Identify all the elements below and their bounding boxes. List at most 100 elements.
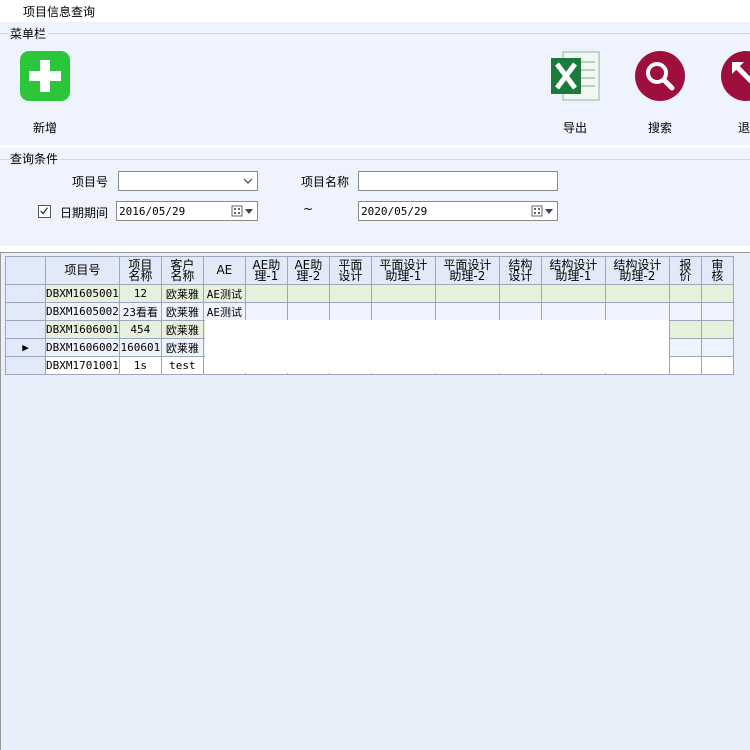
table-cell[interactable]	[668, 320, 702, 339]
table-cell[interactable]	[700, 338, 734, 357]
table-row[interactable]: DBXM1605002 23看看 欧莱雅 AE测试	[5, 302, 734, 321]
table-cell[interactable]	[668, 356, 702, 375]
table-cell[interactable]: 12	[118, 284, 162, 303]
table-cell[interactable]: 欧莱雅	[160, 338, 204, 357]
column-header[interactable]: 平面设计 助理-1	[370, 256, 436, 285]
data-grid-area: 项目号 项目 名称 客户 名称 AE AE助 理-1 AE助 理-2 平面 设计 平面设计…	[0, 252, 750, 750]
window-title: 项目信息查询	[23, 5, 96, 19]
table-cell[interactable]	[434, 284, 500, 303]
query-panel: 查询条件 项目号 项目名称 日期期间 2016/05/29 ~ 2020/05/…	[0, 148, 750, 246]
date-separator: ~	[303, 202, 314, 216]
column-header[interactable]: AE	[202, 256, 246, 285]
column-header[interactable]: 审核	[700, 256, 734, 285]
checkmark-icon	[40, 207, 48, 215]
row-selector[interactable]	[5, 320, 46, 339]
table-cell[interactable]: DBXM1605001	[45, 284, 120, 303]
row-selector[interactable]	[5, 356, 46, 375]
grid-header-row: 项目号 项目 名称 客户 名称 AE AE助 理-1 AE助 理-2 平面 设计 平面设计…	[5, 256, 734, 285]
exit-button[interactable]: 退出	[716, 47, 750, 139]
query-group-label: 查询条件	[10, 150, 61, 167]
table-cell[interactable]	[286, 284, 330, 303]
grid-render-overlay	[205, 320, 669, 373]
table-cell[interactable]: DBXM1701001	[45, 356, 120, 375]
column-header[interactable]: 项目号	[45, 256, 120, 285]
table-cell[interactable]	[668, 338, 702, 357]
table-cell[interactable]: 欧莱雅	[160, 320, 204, 339]
table-cell[interactable]: 欧莱雅	[160, 302, 204, 321]
table-cell[interactable]	[498, 284, 542, 303]
row-selector[interactable]: ▶	[5, 338, 46, 357]
table-cell[interactable]	[328, 302, 372, 321]
export-button[interactable]: 导出	[545, 47, 605, 139]
date-to-value: 2020/05/29	[361, 205, 428, 218]
table-cell[interactable]: 23看看	[118, 302, 162, 321]
table-cell[interactable]	[668, 302, 702, 321]
date-to-picker[interactable]: 2020/05/29	[358, 201, 558, 221]
row-selector[interactable]	[5, 284, 46, 303]
table-cell[interactable]	[668, 284, 702, 303]
title-bar: 项目信息查询	[0, 0, 750, 22]
search-icon	[635, 51, 685, 101]
calendar-dropdown-icon[interactable]	[531, 204, 555, 218]
table-cell[interactable]	[700, 356, 734, 375]
column-header[interactable]: 结构设计 助理-2	[604, 256, 670, 285]
column-header[interactable]: AE助 理-2	[286, 256, 330, 285]
export-button-label: 导出	[562, 121, 587, 135]
table-cell[interactable]: AE测试	[202, 284, 246, 303]
column-header[interactable]: 结构设计 助理-1	[540, 256, 606, 285]
table-cell[interactable]: 160601	[118, 338, 162, 357]
search-button[interactable]: 搜索	[630, 47, 690, 139]
date-from-picker[interactable]: 2016/05/29	[116, 201, 258, 221]
column-header[interactable]: 报价	[668, 256, 702, 285]
table-cell[interactable]	[370, 302, 436, 321]
table-cell[interactable]	[244, 284, 288, 303]
table-cell[interactable]	[434, 302, 500, 321]
add-button[interactable]: 新增	[15, 47, 75, 139]
exit-button-label: 退出	[737, 121, 750, 135]
date-from-value: 2016/05/29	[119, 205, 186, 218]
table-row[interactable]: DBXM1605001 12 欧莱雅 AE测试	[5, 284, 734, 303]
table-cell[interactable]: DBXM1606002	[45, 338, 120, 357]
table-cell[interactable]	[498, 302, 542, 321]
table-cell[interactable]	[286, 302, 330, 321]
date-range-checkbox[interactable]	[38, 205, 51, 218]
column-header[interactable]: AE助 理-1	[244, 256, 288, 285]
add-icon	[20, 51, 70, 101]
chevron-down-icon[interactable]	[243, 176, 253, 186]
add-button-label: 新增	[32, 121, 57, 135]
calendar-dropdown-icon[interactable]	[231, 204, 255, 218]
table-cell[interactable]	[540, 302, 606, 321]
project-no-label: 项目号	[72, 175, 109, 189]
table-cell[interactable]: 欧莱雅	[160, 284, 204, 303]
table-cell[interactable]: 454	[118, 320, 162, 339]
table-cell[interactable]	[700, 320, 734, 339]
project-name-label: 项目名称	[301, 175, 350, 189]
table-cell[interactable]: DBXM1606001	[45, 320, 120, 339]
menu-group-divider	[0, 33, 750, 34]
table-cell[interactable]	[604, 284, 670, 303]
table-cell[interactable]	[370, 284, 436, 303]
table-cell[interactable]	[700, 302, 734, 321]
row-selector[interactable]	[5, 302, 46, 321]
column-header[interactable]: 平面 设计	[328, 256, 372, 285]
menu-group-label: 菜单栏	[10, 25, 49, 42]
exit-icon	[721, 51, 750, 101]
project-name-input[interactable]	[358, 171, 558, 191]
column-header[interactable]: 平面设计 助理-2	[434, 256, 500, 285]
column-header[interactable]: 客户 名称	[160, 256, 204, 285]
search-button-label: 搜索	[647, 121, 672, 135]
table-cell[interactable]: AE测试	[202, 302, 246, 321]
project-no-combo[interactable]	[118, 171, 258, 191]
table-cell[interactable]	[604, 302, 670, 321]
column-header[interactable]: 项目 名称	[118, 256, 162, 285]
table-cell[interactable]: 1s	[118, 356, 162, 375]
table-cell[interactable]	[540, 284, 606, 303]
table-cell[interactable]	[700, 284, 734, 303]
row-header-corner[interactable]	[5, 256, 46, 285]
table-cell[interactable]: DBXM1605002	[45, 302, 120, 321]
table-cell[interactable]	[328, 284, 372, 303]
column-header[interactable]: 结构 设计	[498, 256, 542, 285]
query-group-divider	[0, 159, 750, 160]
table-cell[interactable]: test	[160, 356, 204, 375]
table-cell[interactable]	[244, 302, 288, 321]
